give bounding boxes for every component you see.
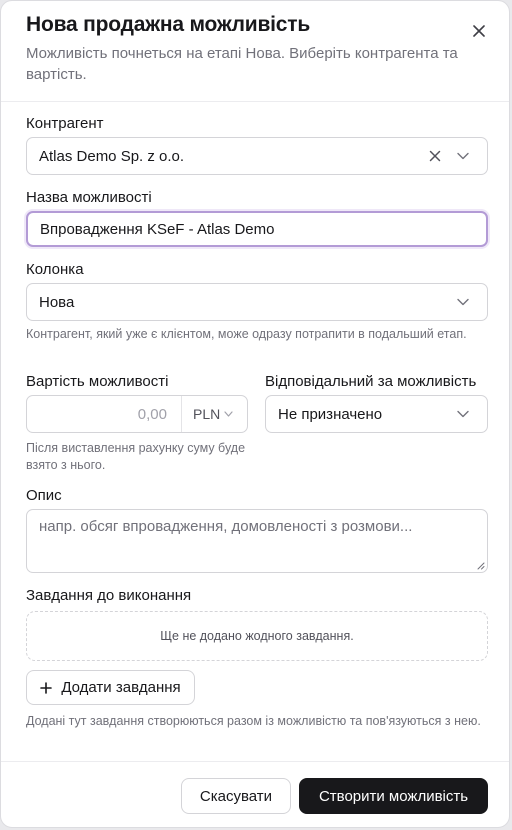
dialog-subtitle: Можливість почнеться на етапі Нова. Вибе… <box>26 45 458 83</box>
value-label: Вартість можливості <box>26 373 169 390</box>
currency-divider <box>181 396 182 432</box>
close-icon <box>473 25 485 37</box>
column-label: Колонка <box>26 261 84 278</box>
resize-handle-icon[interactable] <box>477 562 485 570</box>
description-label: Опис <box>26 487 62 504</box>
close-button[interactable] <box>469 21 489 41</box>
opportunity-name-input[interactable]: Впровадження KSeF - Atlas Demo <box>26 211 488 247</box>
owner-label: Відповідальний за можливість <box>265 373 477 390</box>
chevron-down-icon <box>224 411 233 417</box>
tasks-label: Завдання до виконання <box>26 587 192 604</box>
chevron-down-icon <box>457 298 469 306</box>
dialog-footer: Скасувати Створити можливість <box>1 761 509 827</box>
opportunity-name-value: Впровадження KSeF - Atlas Demo <box>40 220 275 238</box>
new-opportunity-dialog: Нова продажна можливість Можливість почн… <box>0 0 510 828</box>
tasks-help-text: Додані тут завдання створюються разом із… <box>26 714 481 728</box>
amount-input[interactable]: 0,00 <box>138 406 167 423</box>
contractor-label: Контрагент <box>26 115 104 132</box>
cancel-label: Скасувати <box>199 787 273 805</box>
owner-select[interactable]: Не призначено <box>265 395 488 433</box>
dialog-header: Нова продажна можливість Можливість почн… <box>1 1 509 102</box>
tasks-empty-state: Ще не додано жодного завдання. <box>26 611 488 661</box>
contractor-select[interactable]: Atlas Demo Sp. z o.o. <box>26 137 488 175</box>
column-help-text: Контрагент, який уже є клієнтом, може од… <box>26 327 467 341</box>
add-task-button[interactable]: Додати завдання <box>26 670 195 705</box>
dialog-title: Нова продажна можливість <box>26 13 311 36</box>
tasks-empty-text: Ще не додано жодного завдання. <box>160 629 354 643</box>
description-textarea[interactable]: напр. обсяг впровадження, домовленості з… <box>26 509 488 573</box>
column-value: Нова <box>39 293 75 311</box>
create-opportunity-button[interactable]: Створити можливість <box>299 778 488 814</box>
value-input-group: 0,00 PLN <box>26 395 248 433</box>
chevron-down-icon <box>457 410 469 418</box>
description-placeholder: напр. обсяг впровадження, домовленості з… <box>39 518 413 535</box>
clear-icon[interactable] <box>429 150 441 162</box>
create-opportunity-label: Створити можливість <box>318 787 469 805</box>
opportunity-name-label: Назва можливості <box>26 189 152 206</box>
currency-select[interactable]: PLN <box>193 406 220 422</box>
plus-icon <box>40 681 53 694</box>
value-help-text: Після виставлення рахунку суму буде взят… <box>26 441 246 472</box>
chevron-down-icon <box>457 152 469 160</box>
cancel-button[interactable]: Скасувати <box>181 778 291 814</box>
add-task-label: Додати завдання <box>61 679 181 696</box>
column-select[interactable]: Нова <box>26 283 488 321</box>
owner-value: Не призначено <box>278 405 383 423</box>
contractor-value: Atlas Demo Sp. z o.o. <box>39 147 185 165</box>
